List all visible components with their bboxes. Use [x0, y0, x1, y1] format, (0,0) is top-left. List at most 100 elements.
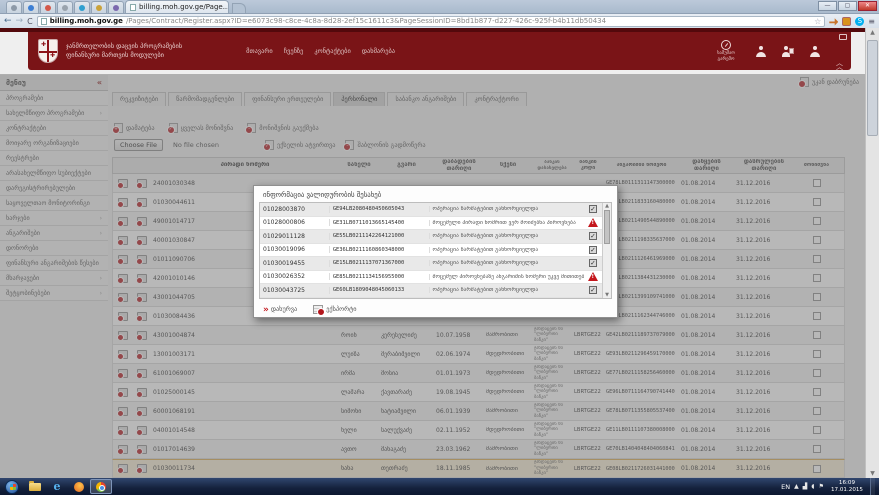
maximize-button[interactable]: ▢ [838, 1, 857, 11]
page-icon [41, 18, 47, 25]
user-document-icon[interactable] [782, 46, 794, 57]
scroll-up-icon[interactable]: ▲ [866, 29, 879, 36]
new-tab-button[interactable] [232, 3, 246, 13]
browser-mini-tab[interactable] [6, 1, 22, 13]
workspace-switcher[interactable]: სამუშაო გარემო [712, 40, 740, 62]
success-check-icon: ✓ [589, 286, 597, 294]
monitor-icon[interactable] [839, 34, 847, 40]
browser-mini-tab[interactable] [91, 1, 107, 13]
flag-icon[interactable]: ⚑ [819, 483, 824, 490]
modal-title: ინფორმაცია ვალიდურობის შესახებ [254, 186, 617, 202]
users-icon[interactable] [809, 46, 821, 57]
browser-active-tab[interactable]: billing.moh.gov.ge/Page... × [125, 0, 229, 13]
continue-button[interactable]: » დახურვა [263, 305, 297, 315]
header-nav-link[interactable]: მთავარი [246, 47, 273, 55]
modal-cell-message: ოპერაცია წარმატებით განხორციელდა [430, 206, 585, 212]
header-right: სამუშაო გარემო [712, 40, 821, 62]
favicon-icon [96, 5, 102, 11]
page-scrollbar[interactable]: ▲ ▼ [865, 28, 879, 478]
start-button[interactable] [5, 480, 19, 494]
taskbar-explorer[interactable] [24, 479, 46, 494]
app-title: ჯანმრთელობის დაცვის პროგრამების ფინანსურ… [66, 42, 182, 59]
modal-cell-iban: GE94LB2080480450605043 [330, 206, 430, 212]
favicon-icon [113, 5, 119, 11]
browser-mini-tab[interactable] [23, 1, 39, 13]
scrollbar-thumb[interactable] [604, 210, 610, 244]
favicon-icon [28, 5, 34, 11]
clock-icon [721, 40, 731, 50]
export-button[interactable]: ექსპორტი [313, 305, 356, 314]
browser-mini-tab[interactable] [57, 1, 73, 13]
modal-cell-pid: 01028000806 [260, 219, 330, 226]
skype-icon[interactable]: S [855, 17, 864, 26]
modal-row: 01030043725 GE60LB1809048045060133 ოპერა… [260, 284, 602, 298]
modal-cell-iban: GE36LB0211160860348000 [330, 247, 430, 253]
modal-cell-iban: GE15LB0211137071367000 [330, 260, 430, 266]
collapse-header-icon[interactable]: ︿︿ [836, 61, 843, 69]
modal-footer: » დახურვა ექსპორტი [254, 299, 617, 321]
header-nav-link[interactable]: კონტაქტები [314, 47, 350, 55]
modal-cell-message: ოპერაცია წარმატებით განხორციელდა [430, 233, 585, 239]
success-check-icon: ✓ [589, 246, 597, 254]
web-page: ✚✚ ჯანმრთელობის დაცვის პროგრამების ფინან… [0, 28, 879, 478]
modal-scrollbar[interactable]: ▲ ▼ [602, 203, 611, 298]
url-bar[interactable]: billing.moh.gov.ge /Pages/Contract/Regis… [37, 16, 826, 27]
window-controls: — ▢ ✕ [818, 1, 877, 11]
language-indicator[interactable]: EN [781, 483, 790, 491]
favicon-icon [11, 5, 17, 11]
tray-expand-icon[interactable]: ▲ [794, 483, 799, 490]
volume-icon[interactable]: ◖ [811, 483, 814, 490]
success-check-icon: ✓ [589, 232, 597, 240]
menu-icon[interactable]: ≡ [868, 17, 875, 26]
scroll-down-icon[interactable]: ▼ [866, 470, 879, 477]
modal-row: 01028003870 GE94LB2080480450605043 ოპერა… [260, 203, 602, 217]
user-icon[interactable] [755, 46, 767, 57]
taskbar-chrome[interactable] [90, 479, 112, 494]
back-arrow-icon[interactable]: ← [4, 16, 12, 26]
scroll-down-icon[interactable]: ▼ [603, 292, 611, 298]
url-domain: billing.moh.gov.ge [50, 17, 123, 25]
header-nav-link[interactable]: დახმარება [362, 47, 395, 55]
favicon-icon [62, 5, 68, 11]
network-icon[interactable]: ▟ [803, 483, 808, 490]
modal-row: 01030019455 GE15LB0211137071367000 ოპერა… [260, 257, 602, 271]
scrollbar-thumb[interactable] [867, 40, 878, 136]
modal-rows: 01028003870 GE94LB2080480450605043 ოპერა… [260, 203, 602, 298]
browser-tab-strip: billing.moh.gov.ge/Page... × — ▢ ✕ [0, 0, 879, 14]
taskbar-firefox[interactable] [68, 479, 90, 494]
continue-label: დახურვა [271, 306, 297, 313]
workspace-label: სამუშაო გარემო [712, 51, 740, 62]
modal-cell-iban: GE55LB0211142264121000 [330, 233, 430, 239]
modal-cell-pid: 01030043725 [260, 287, 330, 294]
taskbar-ie[interactable]: e [46, 479, 68, 494]
app-title-line1: ჯანმრთელობის დაცვის პროგრამების [66, 42, 182, 51]
double-chevron-icon: » [263, 305, 268, 315]
modal-cell-pid: 01030019096 [260, 246, 330, 253]
validation-modal: ინფორმაცია ვალიდურობის შესახებ 010280038… [253, 185, 618, 318]
browser-mini-tab[interactable] [108, 1, 124, 13]
taskbar-clock[interactable]: 16:09 17.01.2015 [828, 480, 866, 494]
browser-mini-tab[interactable] [74, 1, 90, 13]
browser-mini-tab[interactable] [40, 1, 56, 13]
warning-icon [588, 272, 598, 281]
app-title-line2: ფინანსური მართვის მოდულები [66, 51, 182, 60]
bookmark-star-icon[interactable]: ☆ [814, 17, 821, 26]
scroll-up-icon[interactable]: ▲ [603, 203, 611, 209]
url-path: /Pages/Contract/Register.aspx?ID=e6073c9… [126, 17, 811, 25]
header-nav: მთავარი ჩვენზე კონტაქტები დახმარება [246, 47, 395, 55]
ie-icon: e [54, 481, 61, 492]
modal-cell-message: ოპერაცია წარმატებით განხორციელდა [430, 260, 585, 266]
success-check-icon: ✓ [589, 205, 597, 213]
tab-title: billing.moh.gov.ge/Page... [139, 3, 229, 11]
modal-cell-message: მოცემულ პიროვნებაზე ანგარიშის ნომერი უკვ… [430, 274, 585, 280]
close-button[interactable]: ✕ [858, 1, 877, 11]
send-arrow-icon[interactable] [829, 17, 838, 26]
forward-arrow-icon[interactable]: → [16, 16, 24, 26]
extension-icon[interactable] [842, 17, 851, 26]
header-nav-link[interactable]: ჩვენზე [284, 47, 304, 55]
show-desktop-button[interactable] [870, 478, 875, 495]
minimize-button[interactable]: — [818, 1, 837, 11]
reload-icon[interactable]: C [27, 17, 33, 26]
clock-date: 17.01.2015 [831, 487, 863, 494]
app-header: ✚✚ ჯანმრთელობის დაცვის პროგრამების ფინან… [28, 32, 851, 70]
